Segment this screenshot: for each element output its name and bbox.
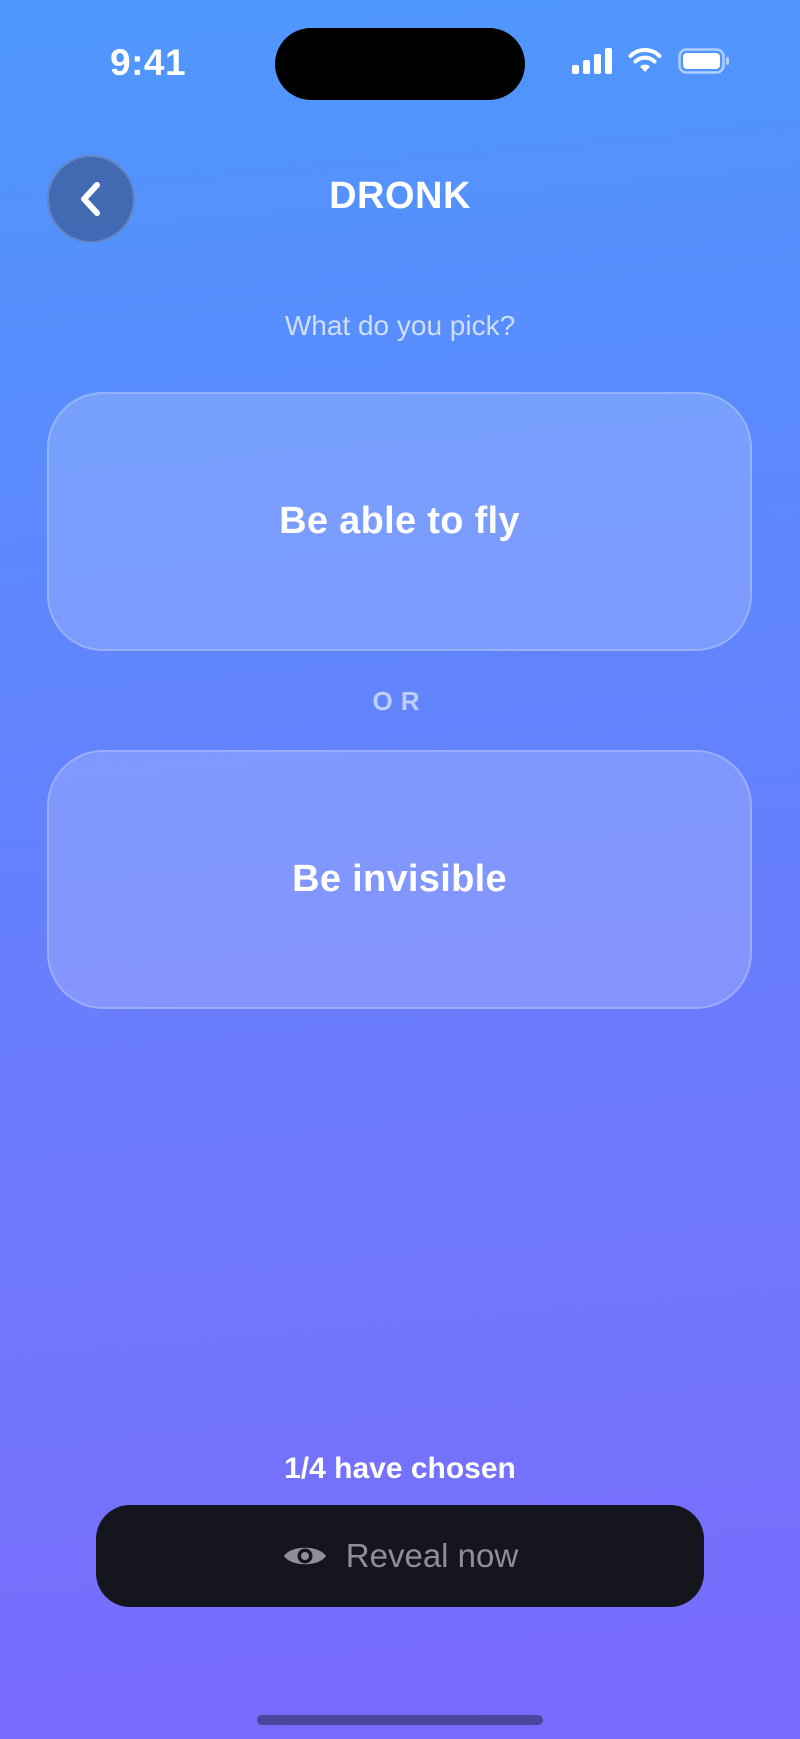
cellular-signal-icon — [572, 48, 612, 74]
option-b-label: Be invisible — [292, 858, 507, 900]
battery-icon — [678, 48, 729, 74]
status-icons — [572, 48, 730, 74]
option-b-card[interactable]: Be invisible — [47, 750, 752, 1009]
wifi-icon — [628, 48, 662, 72]
option-a-label: Be able to fly — [279, 500, 520, 542]
status-time: 9:41 — [110, 42, 187, 83]
chosen-count: 1/4 have chosen — [284, 1452, 516, 1485]
home-indicator[interactable] — [257, 1715, 543, 1725]
option-a-card[interactable]: Be able to fly — [47, 392, 752, 651]
reveal-now-label: Reveal now — [345, 1537, 519, 1574]
reveal-now-button[interactable]: Reveal now — [96, 1505, 704, 1607]
page-title: DRONK — [329, 175, 471, 217]
dynamic-island — [275, 28, 525, 100]
or-divider: OR — [372, 686, 428, 716]
game-screen: 9:41 DRONK What do you pick? Be able to … — [0, 0, 800, 1739]
question-prompt: What do you pick? — [284, 310, 516, 341]
eye-icon — [283, 1547, 326, 1565]
